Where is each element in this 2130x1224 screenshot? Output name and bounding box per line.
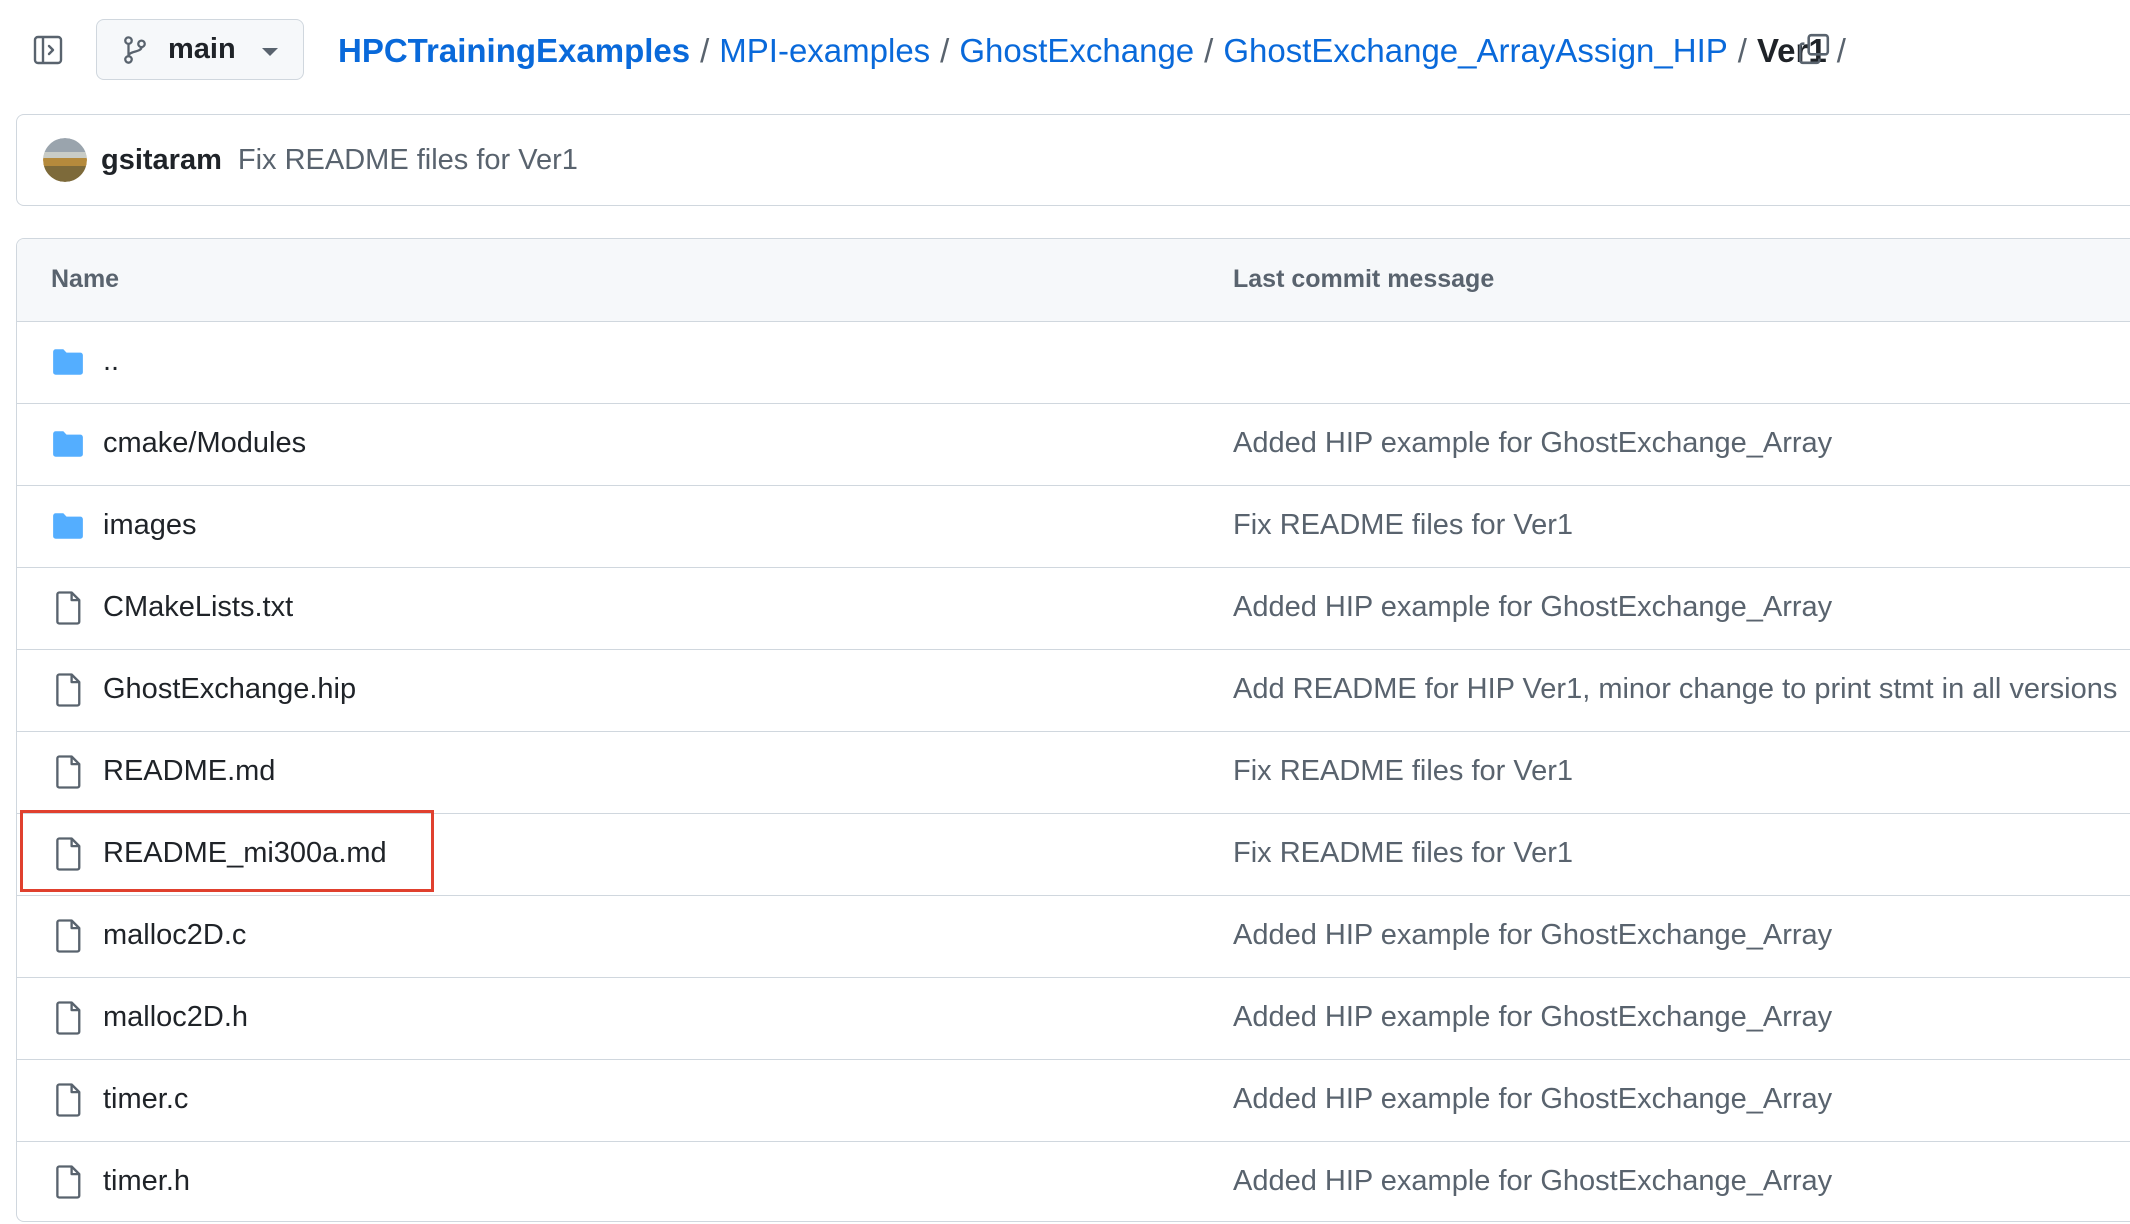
file-icon: [51, 755, 85, 789]
commit-message-link[interactable]: Add README for HIP Ver1, minor change to…: [1233, 673, 2117, 706]
breadcrumb-separator: /: [700, 32, 710, 69]
sidebar-panel-icon: [33, 35, 63, 65]
table-row[interactable]: malloc2D.h Added HIP example for GhostExc…: [17, 978, 2130, 1060]
commit-message-link[interactable]: Added HIP example for GhostExchange_Arra…: [1233, 427, 1832, 460]
commit-message-link[interactable]: Fix README files for Ver1: [1233, 509, 1573, 542]
folder-icon: [51, 427, 85, 461]
copy-path-button[interactable]: [1796, 31, 1832, 67]
file-name-link[interactable]: timer.h: [103, 1165, 190, 1198]
file-name-link[interactable]: cmake/Modules: [103, 427, 306, 460]
table-row[interactable]: images Fix README files for Ver1: [17, 486, 2130, 568]
breadcrumb-link-arrayassign-hip[interactable]: GhostExchange_ArrayAssign_HIP: [1223, 32, 1727, 70]
commit-message-link[interactable]: Added HIP example for GhostExchange_Arra…: [1233, 1001, 1832, 1034]
commit-message-link[interactable]: Added HIP example for GhostExchange_Arra…: [1233, 591, 1832, 624]
column-header-last-commit: Last commit message: [1233, 265, 1495, 293]
breadcrumb-separator: /: [940, 32, 950, 69]
file-table: Name Last commit message .. cmake/Modules…: [16, 238, 2130, 1222]
commit-message-link[interactable]: Fix README files for Ver1: [1233, 837, 1573, 870]
file-name-link[interactable]: images: [103, 509, 197, 542]
file-name-link[interactable]: README_mi300a.md: [103, 837, 387, 870]
file-icon: [51, 1083, 85, 1117]
file-icon: [51, 591, 85, 625]
table-row[interactable]: README.md Fix README files for Ver1: [17, 732, 2130, 814]
git-branch-icon: [122, 35, 150, 65]
sidebar-toggle-icon[interactable]: [31, 33, 65, 67]
branch-label: main: [168, 33, 236, 65]
file-name-link[interactable]: GhostExchange.hip: [103, 673, 356, 706]
file-icon: [51, 1165, 85, 1199]
avatar[interactable]: [43, 138, 87, 182]
chevron-down-icon: [261, 47, 278, 56]
commit-message-link[interactable]: Added HIP example for GhostExchange_Arra…: [1233, 1165, 1832, 1198]
table-row[interactable]: timer.c Added HIP example for GhostExchan…: [17, 1060, 2130, 1142]
table-row[interactable]: cmake/Modules Added HIP example for Ghost…: [17, 404, 2130, 486]
folder-icon: [51, 509, 85, 543]
column-header-name: Name: [51, 265, 120, 293]
repo-file-browser: main HPCTrainingExamples / MPI-examples …: [0, 0, 2130, 1224]
branch-selector-button[interactable]: main: [96, 19, 304, 80]
file-list: .. cmake/Modules Added HIP example for Gho…: [17, 322, 2130, 1221]
table-row[interactable]: timer.h Added HIP example for GhostExchan…: [17, 1142, 2130, 1221]
table-row[interactable]: malloc2D.c Added HIP example for GhostExc…: [17, 896, 2130, 978]
commit-message-link[interactable]: Added HIP example for GhostExchange_Arra…: [1233, 919, 1832, 952]
commit-message-link[interactable]: Fix README files for Ver1: [1233, 755, 1573, 788]
file-name-link[interactable]: README.md: [103, 755, 275, 788]
table-row[interactable]: CMakeLists.txt Added HIP example for Ghos…: [17, 568, 2130, 650]
file-name-link[interactable]: CMakeLists.txt: [103, 591, 293, 624]
table-header: Name Last commit message: [17, 239, 2130, 322]
commit-message-link[interactable]: Added HIP example for GhostExchange_Arra…: [1233, 1083, 1832, 1116]
breadcrumb-separator: /: [1836, 32, 1846, 69]
breadcrumb-separator: /: [1737, 32, 1747, 69]
file-name-link[interactable]: malloc2D.h: [103, 1001, 248, 1034]
file-icon: [51, 673, 85, 707]
table-row[interactable]: README_mi300a.md Fix README files for Ver…: [17, 814, 2130, 896]
top-bar: main HPCTrainingExamples / MPI-examples …: [0, 0, 2130, 100]
copy-icon: [1798, 33, 1830, 65]
commit-author[interactable]: gsitaram: [101, 144, 222, 177]
breadcrumb: HPCTrainingExamples / MPI-examples / Gho…: [338, 26, 1856, 76]
breadcrumb-link-repo[interactable]: HPCTrainingExamples: [338, 32, 690, 70]
latest-commit-bar: gsitaram Fix README files for Ver1: [16, 114, 2130, 206]
breadcrumb-separator: /: [1204, 32, 1214, 69]
commit-message[interactable]: Fix README files for Ver1: [238, 144, 578, 177]
table-row[interactable]: ..: [17, 322, 2130, 404]
file-name-link[interactable]: malloc2D.c: [103, 919, 246, 952]
breadcrumb-link-ghostexchange[interactable]: GhostExchange: [959, 32, 1194, 70]
file-name-link[interactable]: timer.c: [103, 1083, 188, 1116]
file-icon: [51, 1001, 85, 1035]
file-icon: [51, 919, 85, 953]
breadcrumb-link-mpi-examples[interactable]: MPI-examples: [719, 32, 930, 70]
file-icon: [51, 837, 85, 871]
folder-icon: [51, 345, 85, 379]
file-name-link[interactable]: ..: [103, 345, 119, 378]
table-row[interactable]: GhostExchange.hip Add README for HIP Ver1…: [17, 650, 2130, 732]
